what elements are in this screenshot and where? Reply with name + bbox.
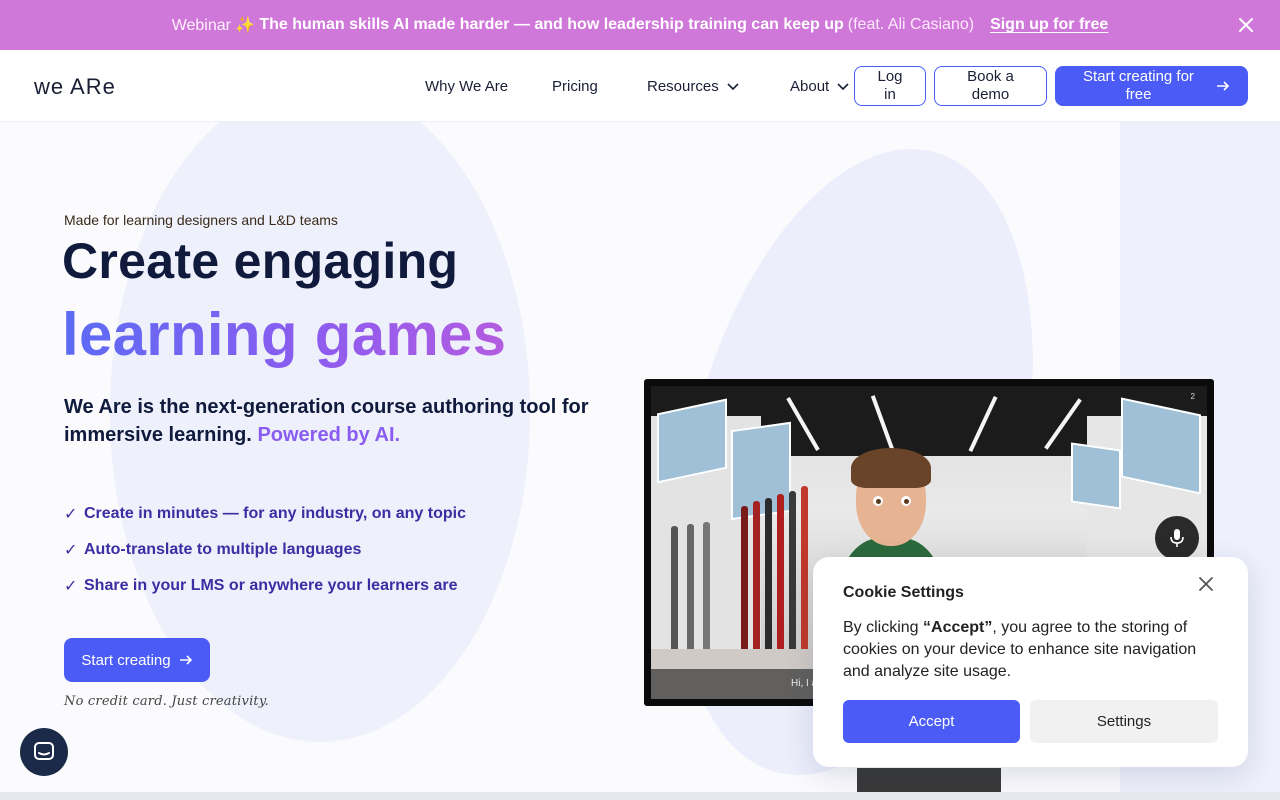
cookie-body: By clicking “Accept”, you agree to the s… bbox=[843, 617, 1218, 683]
scene-ski bbox=[777, 494, 784, 664]
nav-why-we-are[interactable]: Why We Are bbox=[425, 78, 508, 95]
we-are-logo[interactable]: we ARe bbox=[34, 74, 116, 100]
hud-counter: 2 bbox=[1190, 392, 1195, 401]
checkmark-icon: ✓ bbox=[64, 578, 78, 595]
section-divider bbox=[0, 792, 1280, 800]
avatar-hair bbox=[851, 448, 931, 488]
ceiling-light bbox=[786, 397, 820, 451]
hero-lead: We Are is the next-generation course aut… bbox=[64, 393, 604, 449]
cookie-title: Cookie Settings bbox=[843, 584, 964, 601]
benefit-list: ✓ Create in minutes — for any industry, … bbox=[64, 496, 466, 604]
start-creating-button[interactable]: Start creating bbox=[64, 638, 210, 682]
banner-prefix: Webinar ✨ bbox=[171, 17, 256, 34]
chat-launcher-button[interactable] bbox=[20, 728, 68, 776]
microphone-icon bbox=[1170, 529, 1184, 547]
close-icon[interactable] bbox=[1196, 574, 1216, 594]
scene-ski bbox=[801, 486, 808, 656]
scene-poster bbox=[657, 398, 727, 484]
scene-ski bbox=[741, 506, 748, 656]
nav-pricing-label: Pricing bbox=[552, 78, 598, 95]
banner-feat: (feat. Ali Casiano) bbox=[847, 16, 975, 33]
chat-icon bbox=[34, 742, 54, 760]
nav-resources[interactable]: Resources bbox=[647, 78, 739, 95]
chevron-down-icon bbox=[727, 82, 739, 90]
start-creating-label: Start creating bbox=[81, 651, 171, 669]
hero-title-line1: Create engaging bbox=[62, 233, 459, 289]
banner-headline: The human skills AI made harder — and ho… bbox=[259, 16, 844, 33]
benefit-text: Share in your LMS or anywhere your learn… bbox=[84, 577, 458, 594]
checkmark-icon: ✓ bbox=[64, 506, 78, 523]
arrow-right-icon bbox=[1216, 81, 1229, 91]
nav-about-label: About bbox=[790, 78, 830, 95]
nav-why-label: Why We Are bbox=[425, 78, 509, 95]
accept-cookies-button[interactable]: Accept bbox=[843, 700, 1020, 743]
avatar-eye bbox=[901, 496, 911, 506]
no-credit-card-note: No credit card. Just creativity. bbox=[64, 694, 269, 709]
nav-about[interactable]: About bbox=[790, 78, 849, 95]
benefit-item: ✓ Auto-translate to multiple languages bbox=[64, 532, 466, 568]
scene-ski bbox=[789, 491, 796, 666]
cookie-body-bold: “Accept” bbox=[923, 619, 993, 636]
arrow-right-icon bbox=[179, 655, 192, 665]
hero-eyebrow: Made for learning designers and L&D team… bbox=[64, 212, 338, 228]
microphone-button[interactable] bbox=[1155, 516, 1199, 560]
nav-pricing[interactable]: Pricing bbox=[552, 78, 598, 95]
login-label: Log in bbox=[877, 68, 903, 103]
book-demo-button[interactable]: Book a demo bbox=[934, 66, 1047, 106]
nav-resources-label: Resources bbox=[647, 78, 719, 95]
login-button[interactable]: Log in bbox=[854, 66, 926, 106]
scene-poster bbox=[1071, 442, 1121, 510]
cookie-settings-button[interactable]: Settings bbox=[1030, 700, 1218, 743]
announcement-banner: Webinar ✨ The human skills AI made harde… bbox=[0, 0, 1280, 50]
start-creating-free-button[interactable]: Start creating for free bbox=[1055, 66, 1248, 106]
benefit-text: Create in minutes — for any industry, on… bbox=[84, 505, 466, 522]
benefit-item: ✓ Create in minutes — for any industry, … bbox=[64, 496, 466, 532]
ceiling-light bbox=[968, 395, 998, 453]
cookie-settings-dialog: Cookie Settings By clicking “Accept”, yo… bbox=[813, 557, 1248, 767]
benefit-text: Auto-translate to multiple languages bbox=[84, 541, 362, 558]
ceiling-light bbox=[870, 395, 896, 453]
hero-lead-ai: Powered by AI. bbox=[257, 424, 401, 446]
site-header: we ARe Why We Are Pricing Resources Abou… bbox=[0, 50, 1280, 122]
avatar-eye bbox=[873, 496, 883, 506]
scene-ski bbox=[765, 498, 772, 663]
cookie-body-pre: By clicking bbox=[843, 619, 924, 636]
banner-signup-link[interactable]: Sign up for free bbox=[990, 16, 1108, 34]
book-demo-label: Book a demo bbox=[967, 68, 1014, 103]
scene-ski bbox=[753, 501, 760, 661]
scene-poster bbox=[1121, 397, 1201, 495]
close-icon[interactable] bbox=[1234, 13, 1258, 37]
hero-title-line2: learning games bbox=[62, 301, 507, 368]
start-creating-free-label: Start creating for free bbox=[1083, 68, 1194, 103]
benefit-item: ✓ Share in your LMS or anywhere your lea… bbox=[64, 568, 466, 604]
chevron-down-icon bbox=[837, 82, 849, 90]
ceiling-light bbox=[1044, 398, 1082, 450]
checkmark-icon: ✓ bbox=[64, 542, 78, 559]
